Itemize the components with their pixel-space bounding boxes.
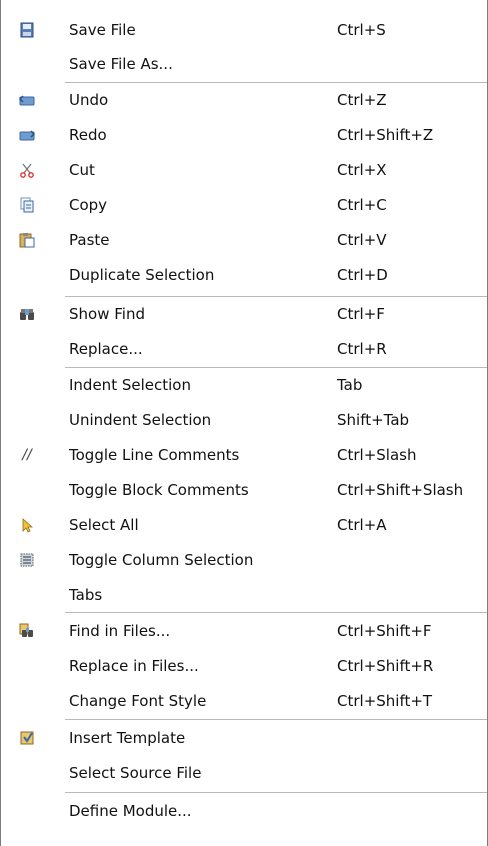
menu-item-label: Save File As... [69,55,173,73]
menu-item-shortcut: Ctrl+Shift+T [337,692,433,710]
menu-item-save-file[interactable]: Save File Ctrl+S [1,15,487,45]
find-in-files-icon [19,623,35,639]
menu-item-shortcut: Ctrl+Shift+F [337,622,432,640]
menu-item-shortcut: Ctrl+R [337,340,387,358]
menu-item-label: Cut [69,161,95,179]
menu-item-shortcut: Ctrl+Z [337,91,387,109]
menu-item-replace-in-files[interactable]: Replace in Files... Ctrl+Shift+R [1,651,487,681]
menu-item-shortcut: Tab [337,376,363,394]
menu-separator [65,792,487,793]
menu-item-label: Toggle Block Comments [69,481,249,499]
menu-item-show-find[interactable]: Show Find Ctrl+F [1,299,487,329]
menu-item-insert-template[interactable]: Insert Template [1,723,487,753]
menu-item-duplicate-selection[interactable]: Duplicate Selection Ctrl+D [1,260,487,290]
menu-item-undo[interactable]: Undo Ctrl+Z [1,85,487,115]
menu-item-shortcut: Ctrl+Shift+Z [337,126,434,144]
menu-item-shortcut: Ctrl+F [337,305,385,323]
insert-template-icon [19,730,35,746]
menu-item-select-all[interactable]: Select All Ctrl+A [1,510,487,540]
menu-item-shortcut: Ctrl+Shift+Slash [337,481,464,499]
undo-icon [19,92,35,108]
menu-item-label: Find in Files... [69,622,171,640]
menu-item-label: Select Source File [69,764,202,782]
menu-item-save-file-as[interactable]: Save File As... [1,49,487,79]
menu-item-label: Redo [69,126,107,144]
menu-item-label: Paste [69,231,110,249]
copy-icon [19,197,35,213]
context-menu: Save File Ctrl+S Save File As... Undo Ct… [0,0,488,846]
menu-separator [65,367,487,368]
menu-item-cut[interactable]: Cut Ctrl+X [1,155,487,185]
menu-separator [65,612,487,613]
menu-item-toggle-column-selection[interactable]: Toggle Column Selection [1,545,487,575]
menu-item-shortcut: Ctrl+Shift+R [337,657,434,675]
menu-item-find-in-files[interactable]: Find in Files... Ctrl+Shift+F [1,616,487,646]
menu-item-replace[interactable]: Replace... Ctrl+R [1,334,487,364]
menu-separator [65,719,487,720]
menu-separator [65,296,487,297]
redo-icon [19,127,35,143]
menu-item-paste[interactable]: Paste Ctrl+V [1,225,487,255]
menu-item-shortcut: Shift+Tab [337,411,410,429]
menu-item-label: Define Module... [69,802,192,820]
menu-item-change-font-style[interactable]: Change Font Style Ctrl+Shift+T [1,686,487,716]
menu-item-select-source-file[interactable]: Select Source File [1,758,487,788]
menu-item-label: Select All [69,516,139,534]
menu-separator [65,82,487,83]
menu-item-label: Insert Template [69,729,186,747]
menu-item-label: Unindent Selection [69,411,212,429]
menu-item-shortcut: Ctrl+A [337,516,387,534]
menu-item-shortcut: Ctrl+D [337,266,388,284]
menu-item-label: Change Font Style [69,692,207,710]
menu-item-label: Save File [69,21,136,39]
menu-item-label: Toggle Column Selection [69,551,254,569]
menu-item-shortcut: Ctrl+V [337,231,387,249]
line-comment-icon: // [22,447,32,463]
menu-item-shortcut: Ctrl+Slash [337,446,417,464]
menu-item-unindent-selection[interactable]: Unindent Selection Shift+Tab [1,405,487,435]
menu-item-indent-selection[interactable]: Indent Selection Tab [1,370,487,400]
menu-item-define-module[interactable]: Define Module... [1,796,487,826]
column-selection-icon [19,552,35,568]
cursor-arrow-icon [19,517,35,533]
menu-item-tabs[interactable]: Tabs [1,580,487,610]
menu-item-label: Toggle Line Comments [69,446,240,464]
menu-item-shortcut: Ctrl+S [337,21,386,39]
scissors-icon [19,162,35,178]
menu-item-toggle-line-comments[interactable]: // Toggle Line Comments Ctrl+Slash [1,440,487,470]
menu-item-label: Copy [69,196,108,214]
menu-item-copy[interactable]: Copy Ctrl+C [1,190,487,220]
menu-item-label: Show Find [69,305,145,323]
menu-item-label: Undo [69,91,109,109]
menu-item-redo[interactable]: Redo Ctrl+Shift+Z [1,120,487,150]
menu-item-toggle-block-comments[interactable]: Toggle Block Comments Ctrl+Shift+Slash [1,475,487,505]
menu-item-shortcut: Ctrl+C [337,196,387,214]
menu-item-label: Tabs [69,586,103,604]
menu-item-label: Replace in Files... [69,657,199,675]
paste-icon [19,232,35,248]
menu-item-label: Replace... [69,340,143,358]
menu-item-label: Duplicate Selection [69,266,215,284]
binoculars-icon [19,306,35,322]
menu-item-shortcut: Ctrl+X [337,161,387,179]
save-file-icon [19,22,35,38]
menu-item-label: Indent Selection [69,376,191,394]
